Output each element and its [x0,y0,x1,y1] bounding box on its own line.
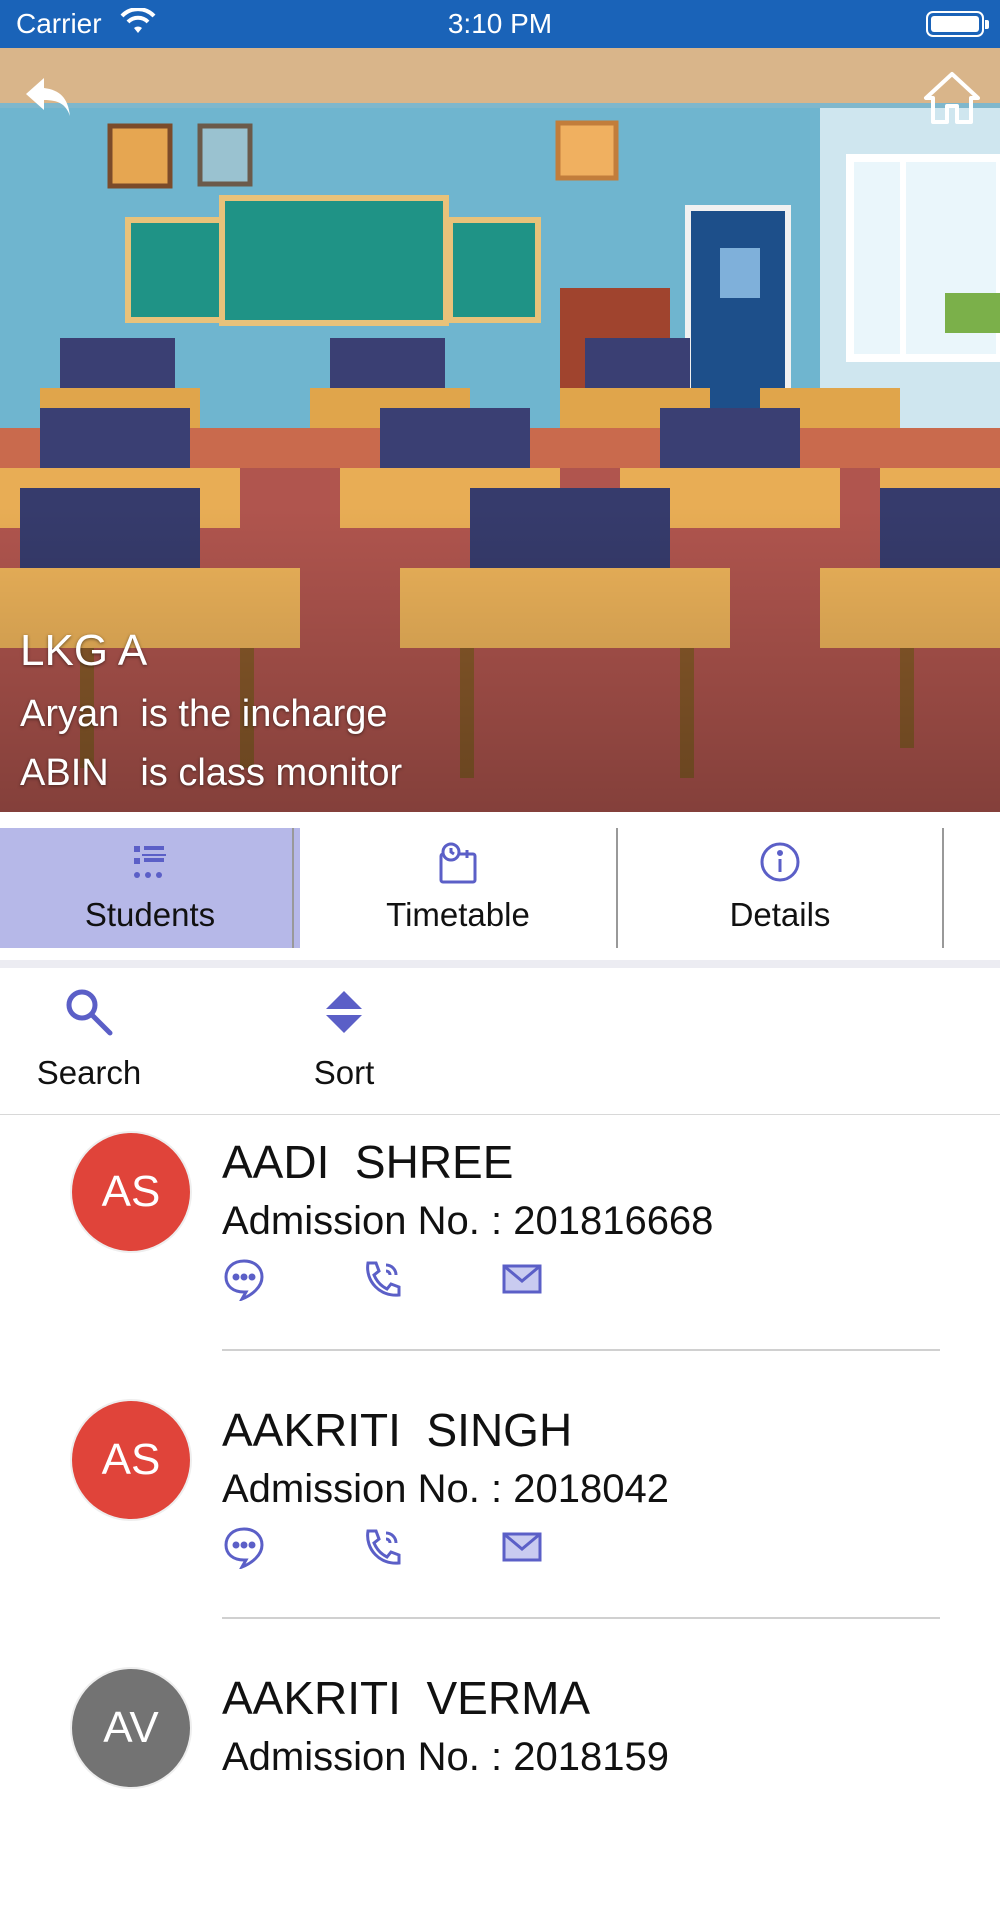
avatar: AV [72,1669,190,1787]
search-button[interactable]: Search [28,985,150,1092]
chat-icon[interactable] [222,1525,266,1574]
admission-number: Admission No. : 201816668 [222,1199,714,1243]
monitor-text: ABIN is class monitor [20,752,403,794]
avatar: AS [72,1401,190,1519]
student-name: AAKRITI VERMA [222,1672,591,1724]
tab-timetable[interactable]: Timetable [300,828,616,948]
class-banner: LKG A Aryan is the incharge ABIN is clas… [0,48,1000,812]
tab-details-label: Details [729,896,831,933]
status-bar: Carrier 3:10 PM [0,0,1000,48]
tab-divider [942,828,944,948]
admission-number: Admission No. : 2018042 [222,1467,669,1511]
chat-icon[interactable] [222,1257,266,1306]
mail-icon[interactable] [500,1525,544,1574]
battery-icon [926,11,989,37]
info-icon [618,840,942,890]
tab-details[interactable]: Details [618,828,942,948]
class-name: LKG A [20,626,148,675]
row-divider [222,1617,940,1619]
tab-timetable-label: Timetable [386,896,530,933]
sort-button[interactable]: Sort [294,985,394,1092]
student-name: AADI SHREE [222,1136,514,1188]
clock: 3:10 PM [447,8,553,39]
student-row[interactable]: AV AAKRITI VERMA Admission No. : 2018159 [0,1651,1000,1919]
back-arrow-icon[interactable] [18,68,78,128]
search-icon [62,989,116,1043]
phone-icon[interactable] [360,1257,404,1306]
incharge-text: Aryan is the incharge [20,693,388,735]
student-row[interactable]: AS AAKRITI SINGH Admission No. : 2018042 [0,1383,1000,1651]
avatar: AS [72,1133,190,1251]
timetable-icon [300,840,616,890]
class-tabs: Students Timetable Details [0,828,1000,948]
home-icon[interactable] [922,68,982,128]
section-divider [0,960,1000,968]
students-icon [0,840,300,890]
tab-divider [292,828,294,948]
sort-icon [317,991,371,1043]
row-divider [222,1349,940,1351]
tab-students[interactable]: Students [0,828,300,948]
sort-label: Sort [313,1054,375,1091]
admission-number: Admission No. : 2018159 [222,1735,669,1779]
search-label: Search [36,1054,142,1091]
phone-icon[interactable] [360,1525,404,1574]
tab-students-label: Students [84,896,216,933]
mail-icon[interactable] [500,1257,544,1306]
student-row[interactable]: AS AADI SHREE Admission No. : 201816668 [0,1115,1000,1383]
student-name: AAKRITI SINGH [222,1404,573,1456]
